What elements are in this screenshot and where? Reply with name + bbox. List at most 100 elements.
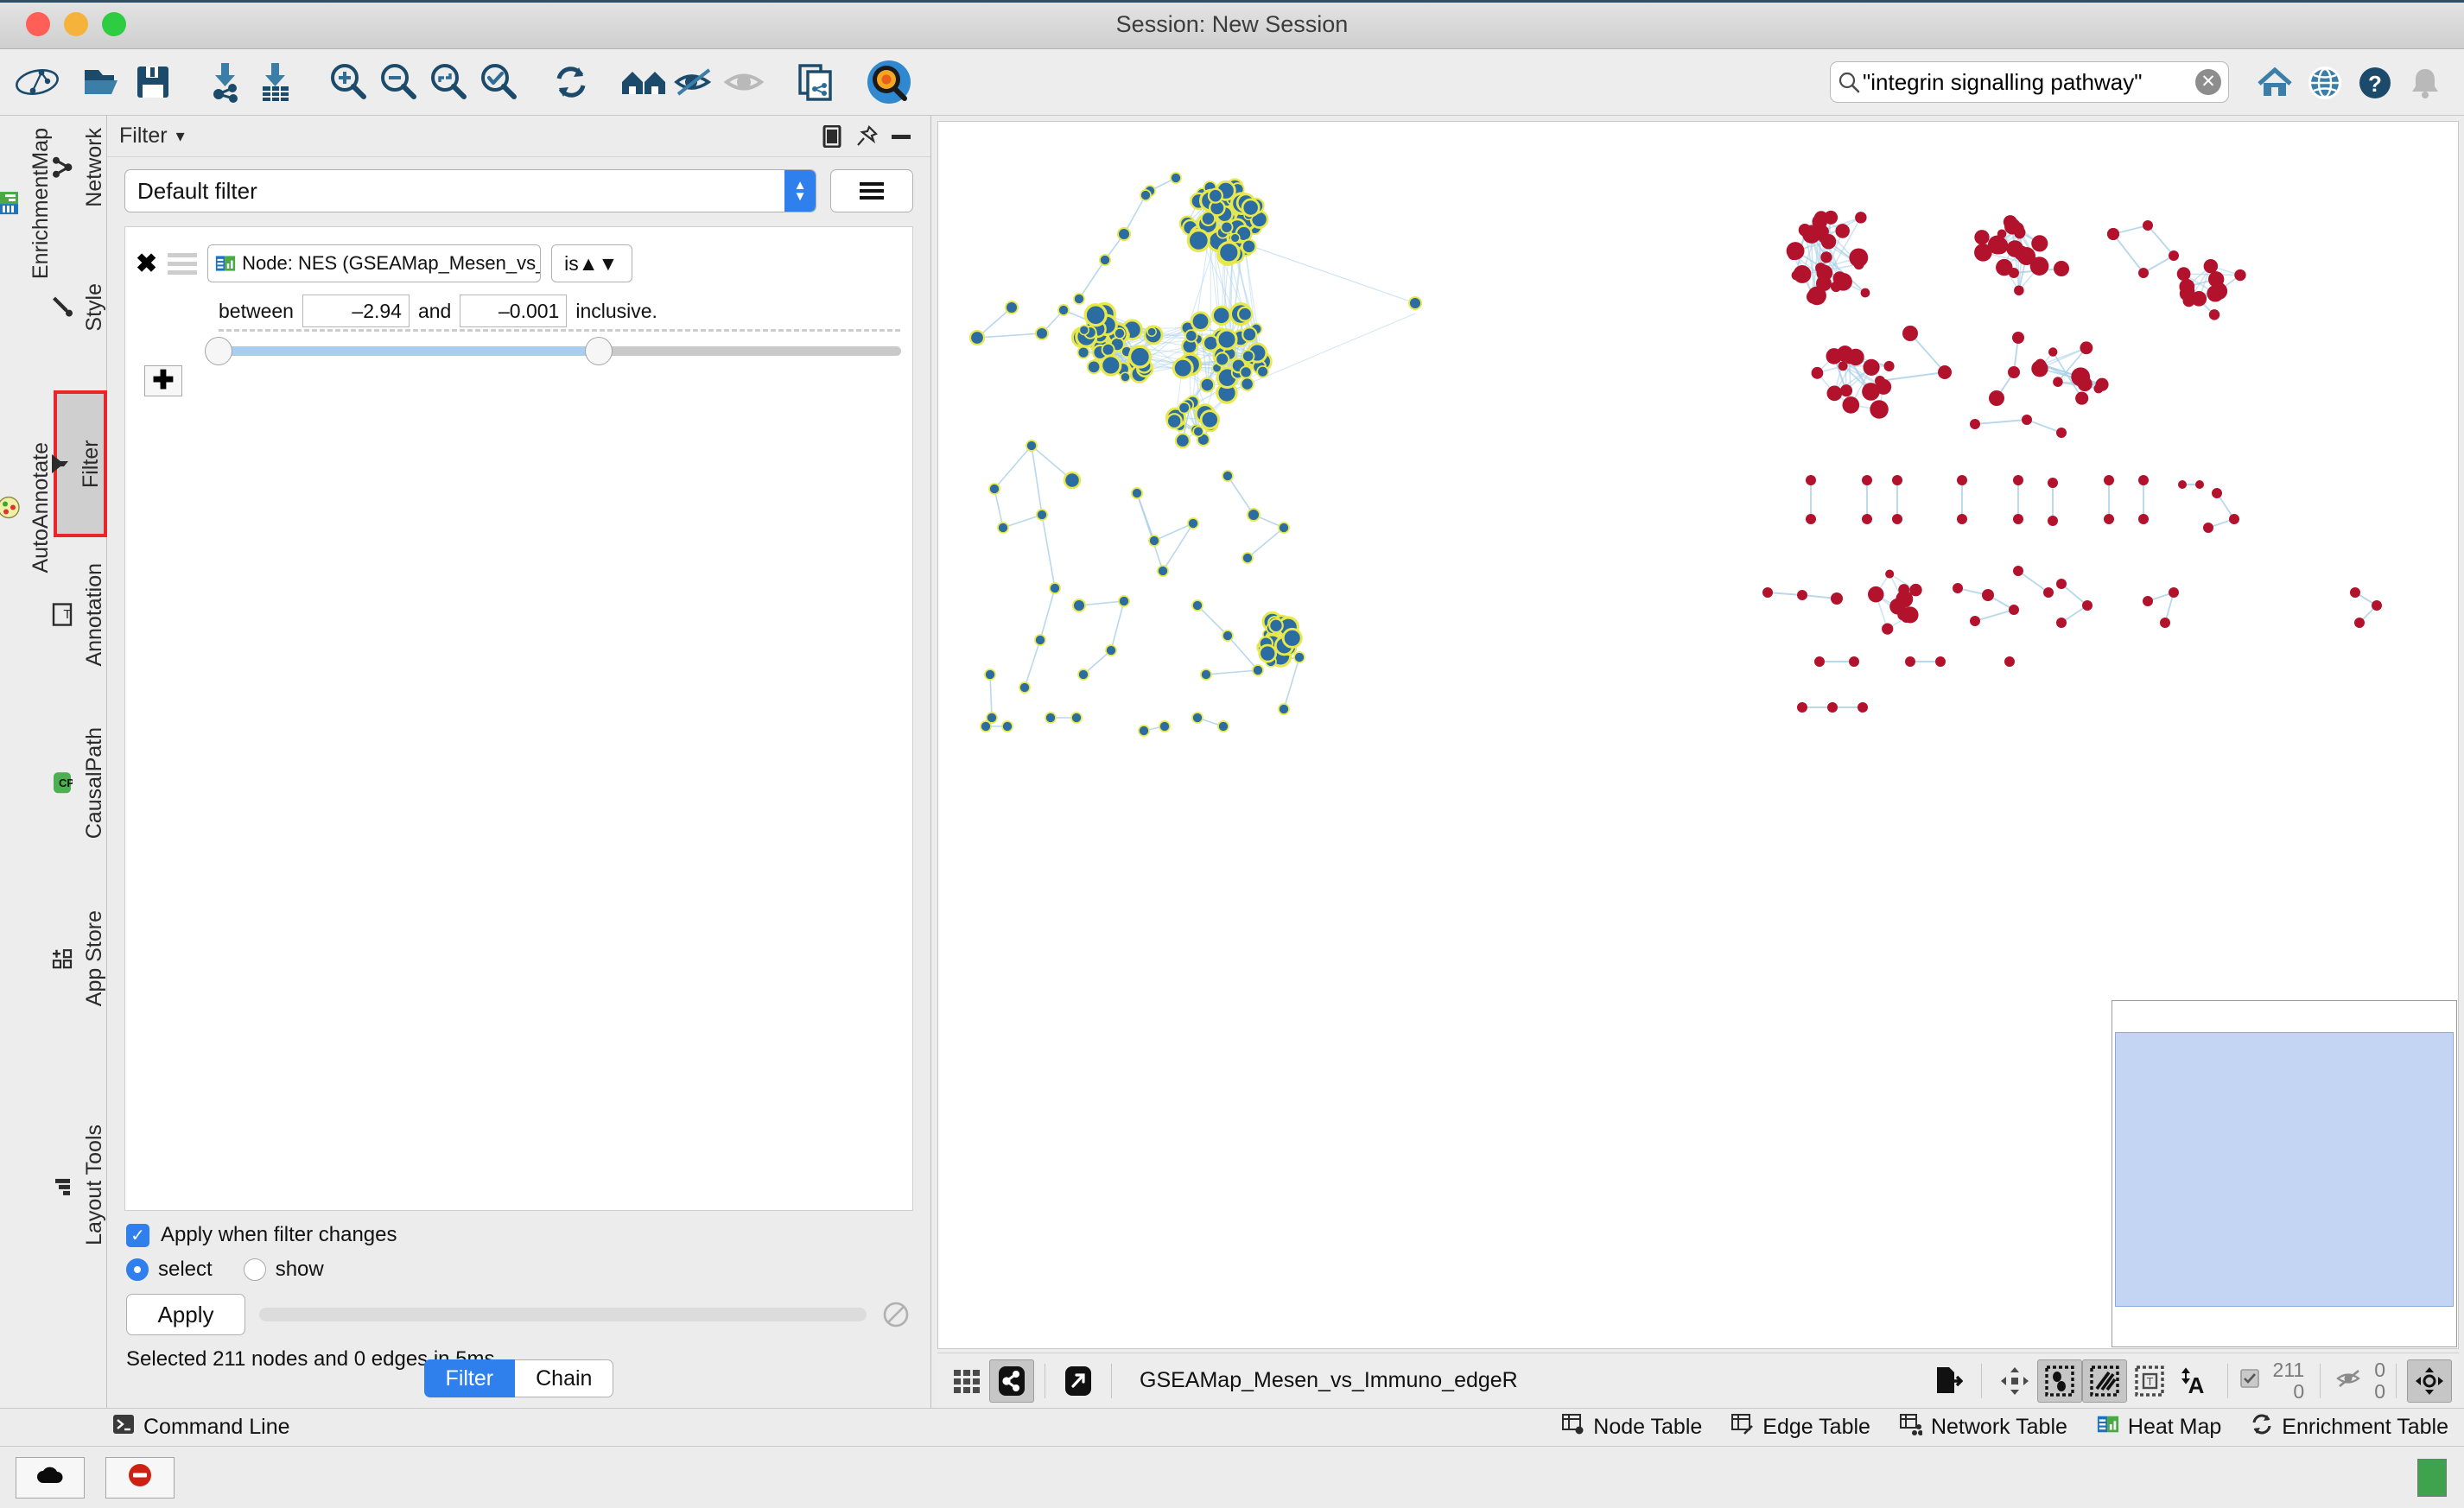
show-all-icon[interactable] (719, 57, 769, 107)
heatmap-icon (2097, 1413, 2119, 1441)
bell-icon[interactable] (2400, 58, 2450, 108)
move-nodes-icon[interactable] (1992, 1359, 2037, 1403)
tab-edge-table[interactable]: Edge Table (1731, 1413, 1870, 1441)
search-input[interactable] (1863, 68, 2195, 96)
tab-filter[interactable]: Filter (423, 1359, 516, 1397)
drag-handle-icon[interactable] (168, 252, 198, 275)
slider-min-handle[interactable] (205, 337, 232, 365)
range-min-input[interactable]: –2.94 (302, 295, 410, 327)
right-rail: Network Style Filter Annotation T Causal… (52, 116, 107, 1408)
sidebar-item-style[interactable]: Style (53, 276, 107, 339)
filter-select[interactable]: Default filter ▲ ▼ (124, 169, 816, 212)
sidebar-item-causalpath[interactable]: CausalPath CP (54, 720, 107, 846)
minimize-icon[interactable] (884, 132, 918, 141)
navigator-toggle-icon[interactable] (2407, 1359, 2452, 1403)
tab-label: Command Line (143, 1415, 290, 1439)
home-layout-icon[interactable] (619, 57, 669, 107)
float-window-icon[interactable] (815, 124, 849, 148)
slider-max-handle[interactable] (585, 337, 613, 365)
tab-chain[interactable]: Chain (515, 1359, 614, 1397)
sidebar-item-network[interactable]: Network (53, 121, 107, 214)
graph-nodes (968, 172, 2382, 737)
cytoscape-logo-icon[interactable] (12, 57, 62, 107)
detach-view-icon[interactable] (1056, 1359, 1101, 1403)
filter-options-menu[interactable] (830, 169, 913, 212)
import-network-icon[interactable] (200, 57, 251, 107)
tab-label: Heat Map (2127, 1415, 2222, 1439)
export-image-icon[interactable] (1926, 1359, 1971, 1403)
chevron-down-icon[interactable]: ▾ (176, 125, 185, 147)
apply-row: Apply (126, 1294, 911, 1335)
radio-show[interactable] (243, 1258, 266, 1281)
help-icon[interactable]: ? (2350, 58, 2400, 108)
node-table-icon (1562, 1413, 1584, 1441)
condition-attribute-value: Node: NES (GSEAMap_Mesen_vs_Immuno_e... (242, 252, 540, 274)
search-app-icon[interactable] (864, 57, 914, 107)
selected-counts: 211 0 (2273, 1359, 2305, 1403)
sidebar-item-filter[interactable]: Filter (52, 390, 107, 537)
tab-command-line[interactable]: Command Line (112, 1413, 290, 1441)
main-toolbar: ✕ (0, 49, 2464, 116)
radio-select[interactable] (126, 1258, 149, 1281)
globe-icon[interactable] (2300, 58, 2350, 108)
sidebar-item-label: Style (82, 283, 106, 332)
filter-conditions-card: ✖ Node: NES (GSEAMap_Mesen_vs is ▲▼ betw… (124, 226, 913, 1211)
zoom-out-icon[interactable] (373, 57, 423, 107)
zoom-in-icon[interactable] (323, 57, 373, 107)
sidebar-item-annotation[interactable]: Annotation T (52, 556, 107, 674)
move-labels-icon[interactable]: A (2172, 1359, 2217, 1403)
import-table-icon[interactable] (251, 57, 301, 107)
apply-button[interactable]: Apply (126, 1294, 245, 1335)
sidebar-item-autoannotate[interactable]: AutoAnnotate (0, 435, 54, 580)
selected-edges-count: 0 (2293, 1379, 2305, 1403)
grid-view-icon[interactable] (944, 1359, 989, 1403)
tab-network-table[interactable]: Network Table (1899, 1413, 2067, 1441)
tab-label: Edge Table (1762, 1415, 1870, 1439)
slider-track[interactable] (205, 337, 901, 365)
select-nodes-icon[interactable] (2036, 1359, 2082, 1403)
bottom-tab-bar: Command Line Node Table Edge Table Netwo… (0, 1408, 2464, 1446)
add-condition-button[interactable]: ✚ (144, 365, 182, 396)
sidebar-item-app-store[interactable]: App Store (52, 903, 107, 1013)
apply-when-changes-row[interactable]: ✓ Apply when filter changes (126, 1223, 911, 1247)
select-annotations-icon[interactable]: T (2127, 1359, 2172, 1403)
tab-heat-map[interactable]: Heat Map (2097, 1413, 2221, 1441)
tab-node-table[interactable]: Node Table (1562, 1413, 1702, 1441)
remove-condition-button[interactable]: ✖ (136, 249, 157, 279)
zoom-fit-icon[interactable] (423, 57, 473, 107)
network-icon (50, 155, 74, 180)
refresh-icon[interactable] (546, 57, 596, 107)
condition-attribute-select[interactable]: Node: NES (GSEAMap_Mesen_vs_Immuno_e... … (207, 244, 542, 282)
network-navigator[interactable] (2112, 1000, 2457, 1347)
filter-mode-radios: select show (126, 1258, 911, 1282)
slider-fill (219, 346, 599, 356)
condition-operator-value: is (564, 251, 579, 275)
pin-icon[interactable] (849, 124, 884, 148)
chevron-updown-icon: ▲▼ (578, 251, 619, 275)
search-box[interactable]: ✕ (1830, 61, 2229, 103)
save-session-icon[interactable] (128, 57, 178, 107)
select-edges-icon[interactable] (2081, 1359, 2127, 1403)
range-max-input[interactable]: –0.001 (460, 295, 568, 327)
home-icon[interactable] (2250, 58, 2300, 108)
network-canvas[interactable] (937, 121, 2459, 1349)
sidebar-item-enrichmentmap[interactable]: EnrichmentMap (0, 121, 54, 286)
network-view-icon[interactable] (989, 1359, 1034, 1403)
cloud-status-button[interactable] (16, 1456, 85, 1498)
apply-when-changes-label: Apply when filter changes (161, 1223, 397, 1246)
error-status-button[interactable] (105, 1456, 175, 1498)
open-file-icon[interactable] (78, 57, 128, 107)
hide-selected-icon[interactable] (669, 57, 719, 107)
tab-enrichment-table[interactable]: Enrichment Table (2251, 1413, 2448, 1441)
zoom-selected-icon[interactable] (473, 57, 524, 107)
panel-title: Filter (119, 124, 168, 148)
copy-network-icon[interactable] (791, 57, 841, 107)
memory-meter[interactable] (2417, 1458, 2447, 1497)
navigator-viewport-box[interactable] (2115, 1032, 2454, 1307)
sidebar-item-layout-tools[interactable]: Layout Tools (54, 1118, 107, 1252)
condition-operator-select[interactable]: is ▲▼ (551, 244, 633, 282)
apply-when-changes-checkbox[interactable]: ✓ (126, 1223, 149, 1247)
clear-icon[interactable]: ✕ (2195, 69, 2221, 95)
cancel-icon[interactable] (880, 1299, 911, 1330)
filter-select-row: Default filter ▲ ▼ (114, 157, 924, 212)
